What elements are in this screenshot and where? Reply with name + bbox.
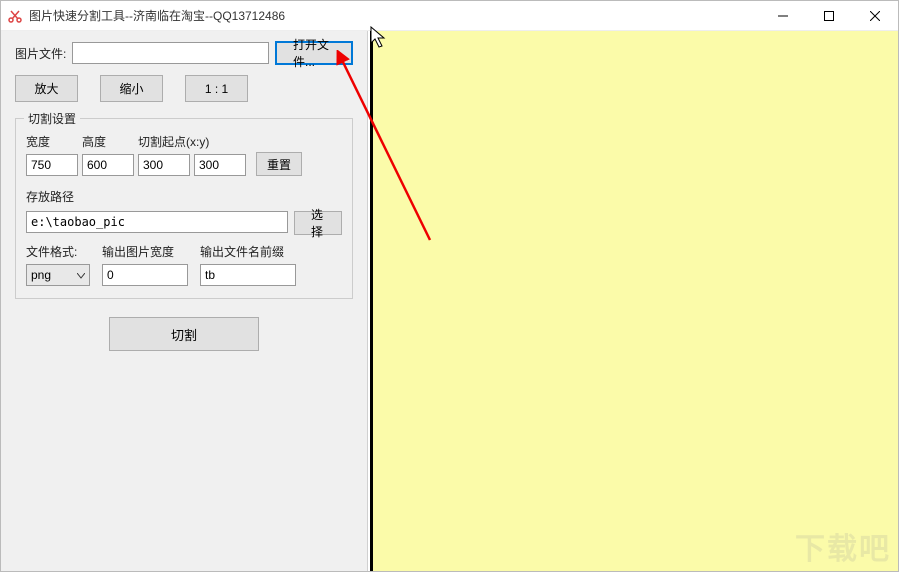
open-file-button[interactable]: 打开文件... xyxy=(275,41,353,65)
titlebar: 图片快速分割工具--济南临在淘宝--QQ13712486 xyxy=(1,1,898,31)
origin-x-input[interactable] xyxy=(138,154,190,176)
path-section: 存放路径 选择 xyxy=(26,188,342,235)
scissors-icon xyxy=(7,8,23,24)
origin-label: 切割起点(x:y) xyxy=(138,133,246,150)
file-path-input[interactable] xyxy=(72,42,269,64)
output-width-input[interactable] xyxy=(102,264,188,286)
format-value: png xyxy=(31,268,51,282)
format-label: 文件格式: xyxy=(26,243,90,260)
height-input[interactable] xyxy=(82,154,134,176)
preview-canvas[interactable] xyxy=(370,31,898,571)
watermark: 下载吧 xyxy=(795,524,891,568)
window-controls xyxy=(760,1,898,30)
client-area: 图片文件: 打开文件... 放大 缩小 1 : 1 切割设置 宽度 高度 xyxy=(1,31,898,571)
save-path-input[interactable] xyxy=(26,211,288,233)
width-field: 宽度 xyxy=(26,133,78,176)
output-width-label: 输出图片宽度 xyxy=(102,243,188,260)
size-row: 宽度 高度 切割起点(x:y) 重置 xyxy=(26,133,342,176)
zoom-in-button[interactable]: 放大 xyxy=(15,75,78,102)
origin-field: 切割起点(x:y) xyxy=(138,133,246,176)
choose-path-button[interactable]: 选择 xyxy=(294,211,342,235)
reset-button[interactable]: 重置 xyxy=(256,152,302,176)
zoom-row: 放大 缩小 1 : 1 xyxy=(15,75,353,102)
prefix-input[interactable] xyxy=(200,264,296,286)
cut-button[interactable]: 切割 xyxy=(109,317,259,351)
zoom-actual-button[interactable]: 1 : 1 xyxy=(185,75,248,102)
width-label: 宽度 xyxy=(26,133,78,150)
height-label: 高度 xyxy=(82,133,134,150)
zoom-out-button[interactable]: 缩小 xyxy=(100,75,163,102)
prefix-field: 输出文件名前缀 xyxy=(200,243,296,286)
format-field: 文件格式: png xyxy=(26,243,90,286)
height-field: 高度 xyxy=(82,133,134,176)
file-row: 图片文件: 打开文件... xyxy=(15,41,353,65)
file-label: 图片文件: xyxy=(15,45,66,62)
window-title: 图片快速分割工具--济南临在淘宝--QQ13712486 xyxy=(29,7,760,24)
app-window: 图片快速分割工具--济南临在淘宝--QQ13712486 图片文件: 打开文件.… xyxy=(0,0,899,572)
path-label: 存放路径 xyxy=(26,190,74,204)
output-row: 文件格式: png 输出图片宽度 输出文件名前缀 xyxy=(26,243,342,286)
format-select[interactable]: png xyxy=(26,264,90,286)
chevron-down-icon xyxy=(77,268,85,282)
origin-y-input[interactable] xyxy=(194,154,246,176)
preview-pane xyxy=(368,31,898,571)
close-button[interactable] xyxy=(852,1,898,30)
output-width-field: 输出图片宽度 xyxy=(102,243,188,286)
maximize-button[interactable] xyxy=(806,1,852,30)
cut-settings-group: 切割设置 宽度 高度 切割起点(x:y) xyxy=(15,118,353,299)
minimize-button[interactable] xyxy=(760,1,806,30)
width-input[interactable] xyxy=(26,154,78,176)
control-panel: 图片文件: 打开文件... 放大 缩小 1 : 1 切割设置 宽度 高度 xyxy=(1,31,368,571)
prefix-label: 输出文件名前缀 xyxy=(200,243,296,260)
cut-settings-title: 切割设置 xyxy=(24,110,80,127)
